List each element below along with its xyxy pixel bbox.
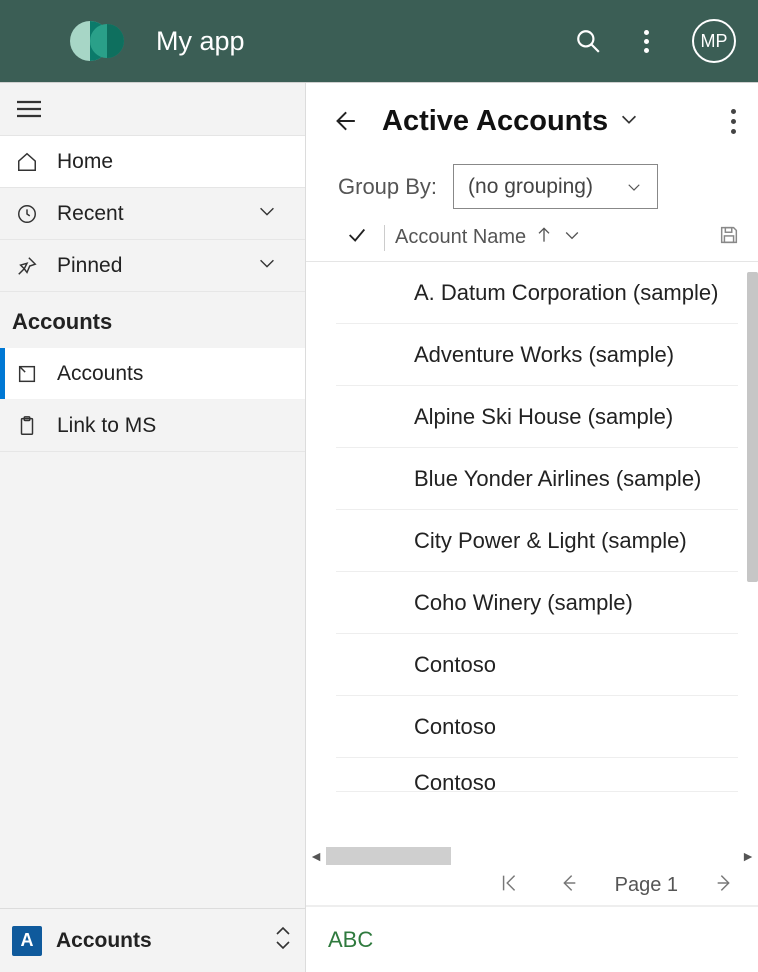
list-item[interactable]: Adventure Works (sample)	[336, 324, 738, 386]
sidebar-item-label: Link to MS	[57, 414, 305, 438]
chevron-down-icon	[256, 200, 278, 228]
view-more-icon[interactable]	[731, 104, 736, 139]
clock-icon	[15, 202, 39, 226]
sidebar-item-label: Accounts	[57, 362, 305, 386]
sidebar-item-link-to-ms[interactable]: Link to MS	[0, 400, 305, 452]
back-button[interactable]	[328, 105, 360, 137]
row-label: Contoso	[414, 770, 496, 792]
pager: Page 1	[306, 866, 758, 906]
header-more-icon[interactable]	[626, 0, 666, 82]
row-label: City Power & Light (sample)	[414, 528, 687, 554]
app-logo-icon	[70, 13, 126, 69]
page-label: Page 1	[615, 874, 678, 897]
main-header: Active Accounts	[306, 83, 758, 159]
chevron-down-icon	[625, 178, 643, 196]
sidebar-item-label: Recent	[57, 202, 256, 226]
sidebar-item-label: Home	[57, 150, 305, 174]
list-item[interactable]: Blue Yonder Airlines (sample)	[336, 448, 738, 510]
column-divider	[384, 225, 385, 251]
select-all-checkbox[interactable]	[346, 224, 368, 252]
sidebar-item-label: Pinned	[57, 254, 256, 278]
body: Home Recent Pinned Accounts A	[0, 82, 758, 972]
area-label: Accounts	[56, 929, 273, 953]
scroll-thumb[interactable]	[326, 847, 451, 865]
avatar[interactable]: MP	[692, 19, 736, 63]
group-by-row: Group By: (no grouping)	[306, 159, 758, 214]
home-icon	[15, 150, 39, 174]
group-by-select[interactable]: (no grouping)	[453, 164, 658, 209]
scroll-left-icon[interactable]: ◄	[306, 846, 326, 866]
search-icon[interactable]	[568, 0, 608, 82]
save-icon[interactable]	[718, 224, 740, 252]
list-item[interactable]: Contoso	[336, 758, 738, 792]
sidebar-item-recent[interactable]: Recent	[0, 188, 305, 240]
view-title: Active Accounts	[382, 105, 608, 138]
horizontal-scrollbar[interactable]: ◄ ►	[306, 846, 758, 866]
hamburger-button[interactable]	[0, 83, 305, 136]
app-header: My app MP	[0, 0, 758, 82]
sidebar: Home Recent Pinned Accounts A	[0, 83, 306, 972]
alpha-index-bar[interactable]: ABC	[306, 906, 758, 972]
sidebar-item-home[interactable]: Home	[0, 136, 305, 188]
row-label: Coho Winery (sample)	[414, 590, 633, 616]
column-header-row: Account Name	[306, 214, 758, 262]
sidebar-item-accounts[interactable]: Accounts	[0, 348, 305, 400]
accounts-entity-icon	[15, 362, 39, 386]
row-label: Blue Yonder Airlines (sample)	[414, 466, 701, 492]
list-item[interactable]: Contoso	[336, 634, 738, 696]
area-badge: A	[12, 926, 42, 956]
list-item[interactable]: City Power & Light (sample)	[336, 510, 738, 572]
pin-icon	[15, 254, 39, 278]
vertical-scrollbar[interactable]	[747, 272, 758, 582]
next-page-button[interactable]	[714, 872, 736, 900]
list-item[interactable]: Alpine Ski House (sample)	[336, 386, 738, 448]
row-label: Contoso	[414, 652, 496, 678]
sidebar-area-switcher[interactable]: A Accounts	[0, 908, 305, 972]
sort-ascending-icon[interactable]	[534, 225, 554, 251]
sidebar-item-pinned[interactable]: Pinned	[0, 240, 305, 292]
prev-page-button[interactable]	[557, 872, 579, 900]
list-item[interactable]: Contoso	[336, 696, 738, 758]
first-page-button[interactable]	[499, 872, 521, 900]
app-title: My app	[156, 26, 245, 57]
row-label: Alpine Ski House (sample)	[414, 404, 673, 430]
alpha-index-text: ABC	[328, 927, 373, 953]
list-item[interactable]: A. Datum Corporation (sample)	[336, 262, 738, 324]
scroll-right-icon[interactable]: ►	[738, 846, 758, 866]
clipboard-icon	[15, 414, 39, 438]
chevron-down-icon	[256, 252, 278, 280]
list-item[interactable]: Coho Winery (sample)	[336, 572, 738, 634]
column-header-label[interactable]: Account Name	[395, 226, 526, 249]
group-by-label: Group By:	[338, 174, 437, 200]
view-selector-chevron-icon[interactable]	[618, 108, 640, 135]
row-label: A. Datum Corporation (sample)	[414, 280, 718, 306]
avatar-initials: MP	[701, 31, 728, 52]
updown-chevron-icon	[273, 925, 293, 956]
sidebar-heading: Accounts	[0, 292, 305, 348]
row-label: Adventure Works (sample)	[414, 342, 674, 368]
row-label: Contoso	[414, 714, 496, 740]
main-pane: Active Accounts Group By: (no grouping) …	[306, 83, 758, 972]
column-menu-chevron-icon[interactable]	[562, 225, 582, 251]
group-by-value: (no grouping)	[468, 175, 593, 199]
records-list: A. Datum Corporation (sample) Adventure …	[306, 262, 758, 846]
